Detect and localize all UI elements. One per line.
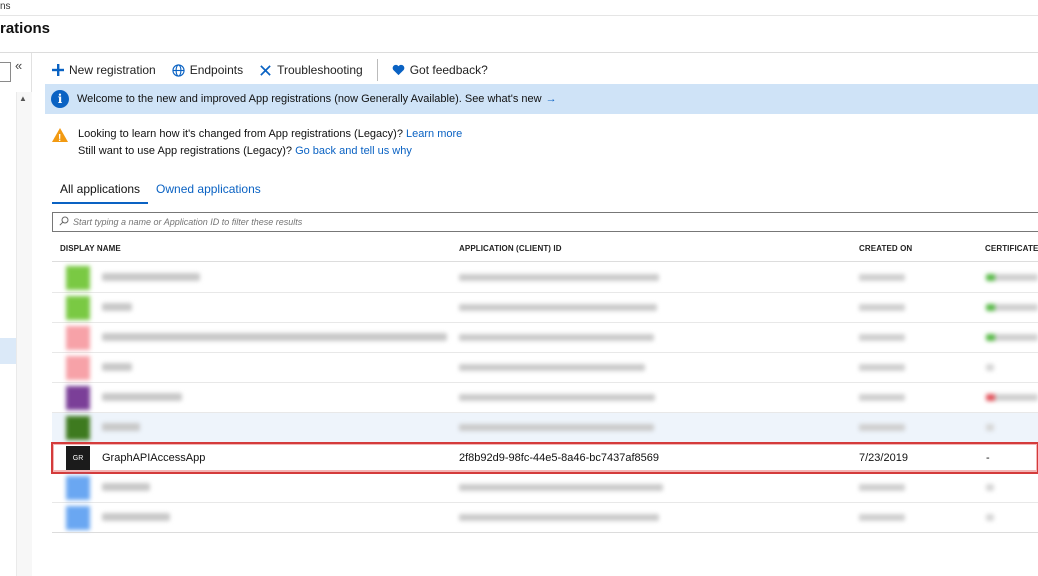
created-blurred: [859, 394, 905, 401]
warning-line2: Still want to use App registrations (Leg…: [78, 145, 293, 157]
created-blurred: [859, 424, 905, 431]
col-display-name[interactable]: DISPLAY NAME: [60, 244, 121, 253]
heart-icon: [392, 64, 405, 76]
cert-blurred: [986, 514, 994, 521]
warning-line1: Looking to learn how it's changed from A…: [78, 128, 403, 140]
app-client-id: 2f8b92d9-98fc-44e5-8a46-bc7437af8569: [459, 452, 659, 464]
table-row[interactable]: [52, 353, 1038, 383]
app-name-blurred: [102, 423, 140, 431]
created-blurred: [859, 334, 905, 341]
app-name-blurred: [102, 513, 170, 521]
table-row[interactable]: [52, 323, 1038, 353]
cert-blurred: [986, 484, 994, 491]
app-certificates: -: [986, 452, 990, 464]
table-row-graphapiaccessapp[interactable]: GR GraphAPIAccessApp 2f8b92d9-98fc-44e5-…: [51, 442, 1038, 474]
app-avatar: [66, 416, 90, 440]
app-created-on: 7/23/2019: [859, 452, 908, 464]
app-name-blurred: [102, 303, 132, 311]
left-nav-selected-item[interactable]: [0, 338, 16, 364]
created-blurred: [859, 274, 905, 281]
app-name-blurred: [102, 483, 150, 491]
info-icon: i: [51, 90, 69, 108]
app-id-blurred: [459, 274, 659, 281]
cert-blurred: [986, 334, 1038, 341]
info-banner[interactable]: i Welcome to the new and improved App re…: [45, 84, 1038, 114]
created-blurred: [859, 304, 905, 311]
created-blurred: [859, 514, 905, 521]
app-name-blurred: [102, 363, 132, 371]
left-nav-search-input[interactable]: [0, 62, 11, 82]
search-icon: [59, 216, 69, 228]
legacy-warning: Looking to learn how it's changed from A…: [52, 126, 462, 160]
collapse-pane-button[interactable]: «: [15, 58, 22, 73]
app-avatar-gr: GR: [66, 446, 90, 470]
app-avatar: [66, 266, 90, 290]
app-avatar: [66, 386, 90, 410]
app-avatar: [66, 296, 90, 320]
left-nav-scrollbar[interactable]: [16, 92, 32, 576]
table-row[interactable]: [52, 383, 1038, 413]
banner-text: Welcome to the new and improved App regi…: [77, 93, 542, 105]
app-id-blurred: [459, 424, 654, 431]
app-tabs: All applications Owned applications: [52, 180, 269, 204]
troubleshooting-label: Troubleshooting: [277, 63, 363, 77]
learn-more-link[interactable]: Learn more: [406, 128, 462, 140]
command-toolbar: New registration Endpoints Troubleshooti…: [52, 58, 504, 82]
endpoints-label: Endpoints: [189, 63, 244, 77]
arrow-right-icon[interactable]: →: [546, 93, 557, 105]
table-row[interactable]: [52, 413, 1038, 443]
app-avatar: [66, 476, 90, 500]
col-certificates[interactable]: CERTIFICATES: [985, 244, 1038, 253]
cert-blurred: [986, 424, 994, 431]
cert-blurred: [986, 274, 1038, 281]
app-id-blurred: [459, 394, 655, 401]
app-name-blurred: [102, 393, 182, 401]
app-id-blurred: [459, 304, 657, 311]
tab-all-applications[interactable]: All applications: [52, 180, 149, 204]
created-blurred: [859, 484, 905, 491]
app-name-blurred: [102, 273, 200, 281]
tab-owned-applications[interactable]: Owned applications: [148, 180, 269, 204]
breadcrumb[interactable]: ns: [0, 0, 1038, 16]
app-id-blurred: [459, 334, 654, 341]
app-id-blurred: [459, 514, 659, 521]
created-blurred: [859, 364, 905, 371]
table-row[interactable]: [52, 473, 1038, 503]
table-row[interactable]: [52, 293, 1038, 323]
feedback-button[interactable]: Got feedback?: [392, 63, 488, 77]
col-app-id[interactable]: APPLICATION (CLIENT) ID: [459, 244, 562, 253]
endpoints-button[interactable]: Endpoints: [172, 63, 243, 77]
wrench-icon: [259, 64, 272, 77]
feedback-label: Got feedback?: [409, 63, 488, 77]
app-avatar: [66, 326, 90, 350]
app-avatar: [66, 506, 90, 530]
app-id-blurred: [459, 364, 645, 371]
app-avatar: [66, 356, 90, 380]
page-title: rations: [0, 20, 51, 37]
warning-icon: [52, 128, 68, 147]
go-back-link[interactable]: Go back and tell us why: [295, 145, 412, 157]
table-header: DISPLAY NAME APPLICATION (CLIENT) ID CRE…: [52, 236, 1038, 262]
cert-blurred: [986, 364, 994, 371]
troubleshooting-button[interactable]: Troubleshooting: [259, 63, 363, 77]
app-name-blurred: [102, 333, 447, 341]
toolbar-separator: [376, 59, 378, 81]
cert-blurred: [986, 394, 1038, 401]
app-id-blurred: [459, 484, 663, 491]
scroll-up-arrow-icon[interactable]: ▲: [19, 94, 27, 103]
table-row[interactable]: [52, 263, 1038, 293]
cert-blurred: [986, 304, 1038, 311]
new-registration-button[interactable]: New registration: [52, 63, 156, 77]
new-registration-label: New registration: [69, 63, 156, 77]
filter-box[interactable]: [52, 212, 1038, 232]
app-display-name[interactable]: GraphAPIAccessApp: [102, 452, 205, 464]
globe-icon: [172, 63, 185, 77]
plus-icon: [52, 64, 64, 76]
table-bottom-divider: [52, 532, 1038, 533]
applications-table: GR GraphAPIAccessApp 2f8b92d9-98fc-44e5-…: [51, 263, 1038, 533]
table-row[interactable]: [52, 503, 1038, 533]
title-divider: [0, 52, 1038, 53]
filter-input[interactable]: [73, 217, 973, 227]
col-created-on[interactable]: CREATED ON: [859, 244, 912, 253]
